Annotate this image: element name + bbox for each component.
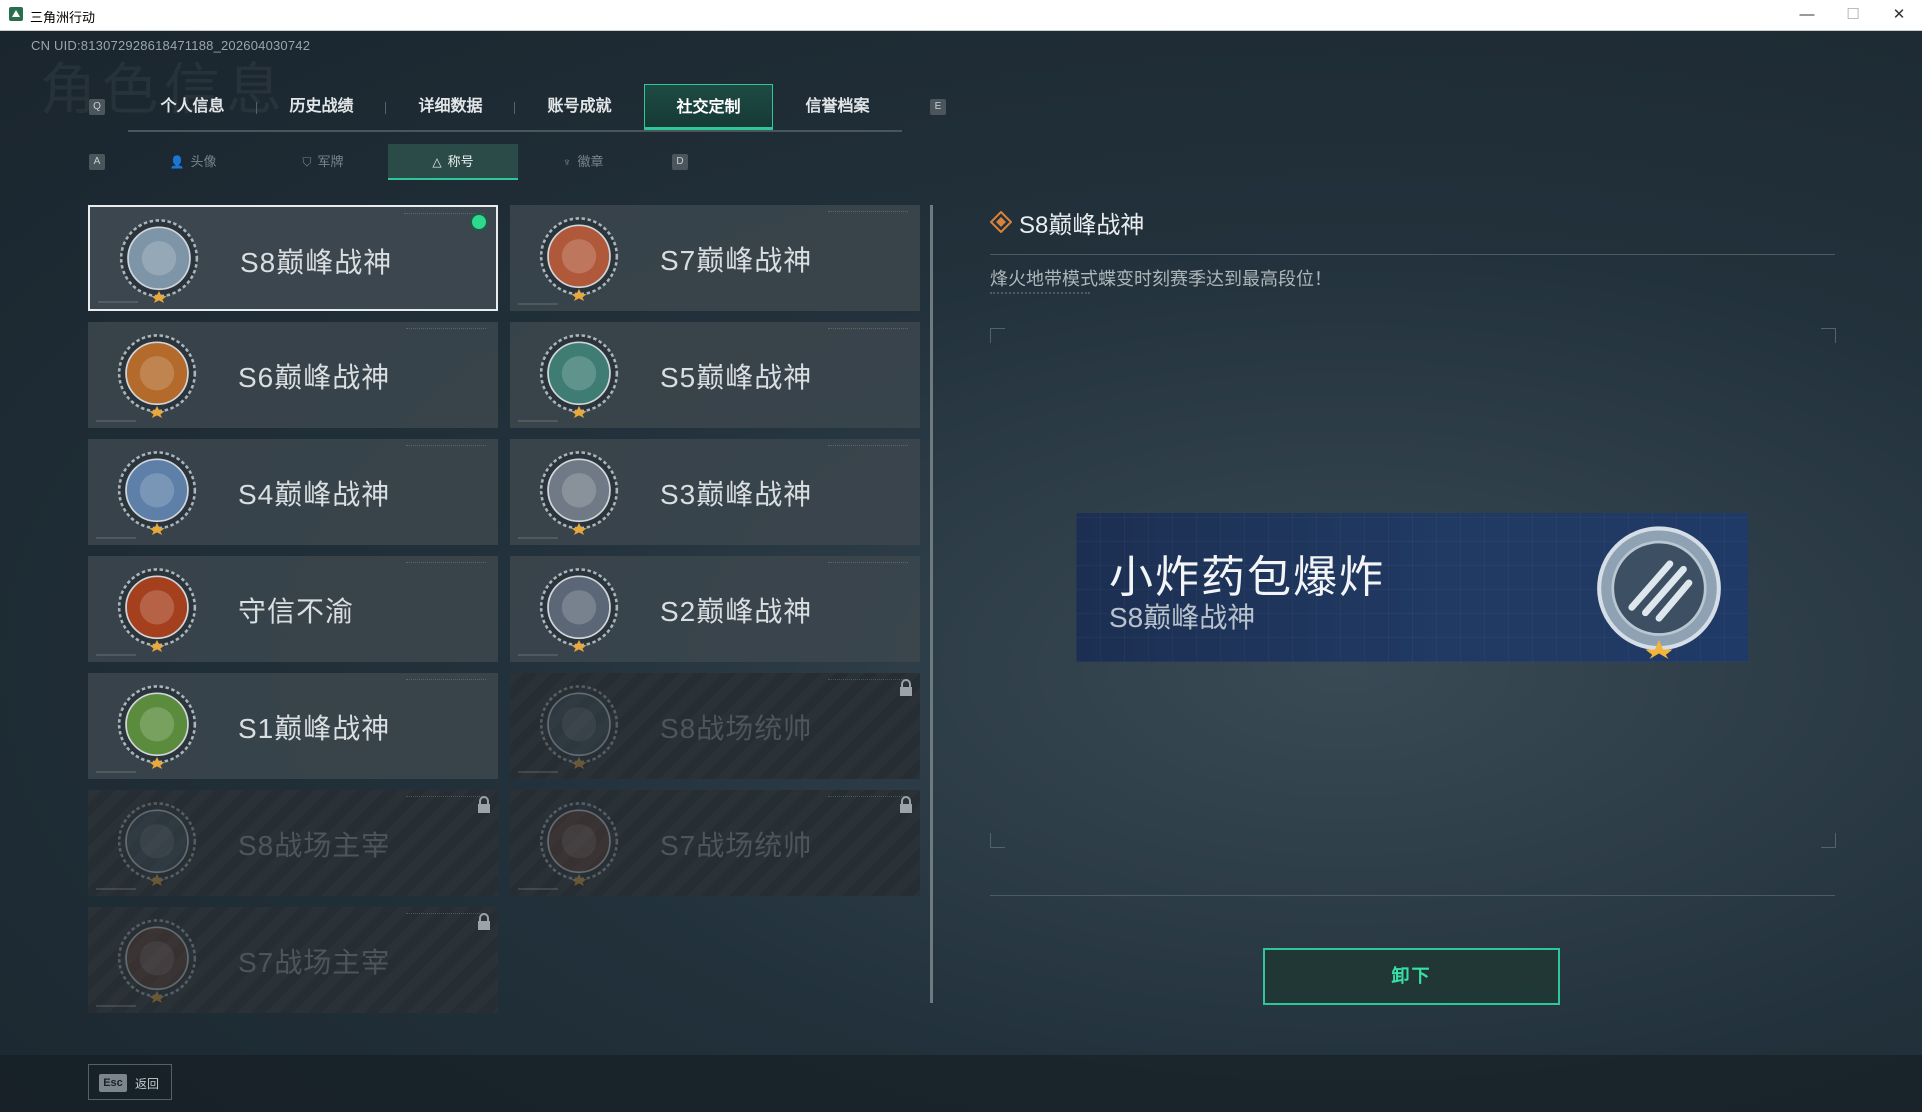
frame-corner [990, 833, 1005, 848]
detail-divider [990, 254, 1835, 255]
tank-badge-icon [539, 685, 619, 769]
s4-peak-badge-icon [117, 451, 197, 535]
sub-tab-label: 军牌 [317, 154, 344, 169]
app-logo-icon [9, 7, 23, 21]
s1-peak-badge-icon [117, 685, 197, 769]
footer-bar [0, 1055, 1922, 1112]
title-card-name: 守信不渝 [238, 596, 355, 627]
window-title: 三角洲行动 [30, 10, 96, 25]
title-card[interactable]: S8战场主宰 [88, 790, 498, 896]
lock-icon [900, 679, 912, 696]
prev-tab-key-hint[interactable]: Q [89, 99, 105, 115]
frame-corner [990, 328, 1005, 343]
user-uid: CN UID:8130729286184711​88_202604030742 [31, 38, 311, 53]
sub-tab-bar: 👤 头像 ⛉ 军牌 △ 称号 ♆ 徽章 [128, 144, 648, 180]
sub-tab-label: 头像 [190, 154, 217, 169]
sub-tab[interactable]: △ 称号 [388, 144, 518, 180]
grid-scrollbar[interactable] [930, 205, 933, 1003]
title-card[interactable]: S5巅峰战神 [510, 322, 920, 428]
vehicle-badge-icon [539, 802, 619, 886]
title-diamond-icon [990, 211, 1012, 233]
title-card-name: S8战场主宰 [238, 830, 391, 861]
next-subtab-key-hint[interactable]: D [672, 154, 688, 170]
title-card[interactable]: S3巅峰战神 [510, 439, 920, 545]
prev-subtab-key-hint[interactable]: A [89, 154, 105, 170]
sub-tab-label: 称号 [447, 154, 474, 169]
triangle-icon: △ [432, 155, 442, 169]
equipped-indicator [470, 213, 488, 231]
s7-peak-badge-icon [539, 217, 619, 301]
title-card-name: S7战场主宰 [238, 947, 391, 978]
back-button[interactable]: Esc 返回 [88, 1064, 172, 1100]
title-card-name: S7巅峰战神 [660, 245, 813, 276]
title-card-name: S7战场统帅 [660, 830, 813, 861]
main-tab[interactable]: 信誉档案 [773, 84, 902, 130]
lock-icon [478, 913, 490, 930]
title-card-name: S6巅峰战神 [238, 362, 391, 393]
main-tab[interactable]: 历史战绩 [257, 84, 386, 130]
main-tab[interactable]: 个人信息 [128, 84, 257, 130]
warrior-badge-icon [117, 919, 197, 1003]
title-card[interactable]: S8巅峰战神 [88, 205, 498, 311]
emblem-icon: ♆ [562, 155, 572, 169]
detail-description: 烽火地带模式蝶变时刻赛季达到最高段位！ [990, 269, 1332, 289]
title-card-name: S1巅峰战神 [238, 713, 391, 744]
title-card[interactable]: S7战场统帅 [510, 790, 920, 896]
sub-tab-label: 徽章 [577, 154, 604, 169]
title-card[interactable]: S7巅峰战神 [510, 205, 920, 311]
title-card-name: S5巅峰战神 [660, 362, 813, 393]
s3-peak-badge-icon [539, 451, 619, 535]
sub-tab[interactable]: ⛉ 军牌 [258, 144, 388, 180]
unequip-button[interactable]: 卸下 [1263, 948, 1560, 1005]
building-badge-icon [117, 802, 197, 886]
sub-tab[interactable]: ♆ 徽章 [518, 144, 648, 180]
s8-peak-badge-icon [119, 219, 199, 303]
s8-peak-badge-icon [1597, 526, 1721, 659]
s2-peak-badge-icon [539, 568, 619, 652]
close-button[interactable]: ✕ [1876, 0, 1922, 30]
s6-peak-badge-icon [117, 334, 197, 418]
lock-icon [900, 796, 912, 813]
detail-meta-deco [990, 292, 1090, 298]
minimize-button[interactable]: — [1784, 0, 1830, 30]
maximize-button[interactable]: ☐ [1830, 0, 1876, 30]
detail-bottom-divider [990, 895, 1835, 896]
frame-corner [1821, 328, 1836, 343]
window-titlebar: 三角洲行动 — ☐ ✕ [0, 0, 1922, 31]
scales-badge-icon [117, 568, 197, 652]
frame-corner [1821, 833, 1836, 848]
title-card[interactable]: 守信不渝 [88, 556, 498, 662]
title-card[interactable]: S1巅峰战神 [88, 673, 498, 779]
main-tab[interactable]: 社交定制 [644, 84, 773, 130]
main-tab-bar: 个人信息 历史战绩 详细数据 账号成就 社交定制 信誉档案 [128, 84, 902, 132]
title-card-name: S8战场统帅 [660, 713, 813, 744]
title-card[interactable]: S7战场主宰 [88, 907, 498, 1013]
banner-title-name: S8巅峰战神 [1109, 602, 1256, 633]
next-tab-key-hint[interactable]: E [930, 99, 946, 115]
title-card-name: S3巅峰战神 [660, 479, 813, 510]
title-card-name: S2巅峰战神 [660, 596, 813, 627]
s5-peak-badge-icon [539, 334, 619, 418]
detail-title: S8巅峰战神 [1019, 212, 1145, 239]
main-tab[interactable]: 账号成就 [515, 84, 644, 130]
title-card[interactable]: S6巅峰战神 [88, 322, 498, 428]
title-card[interactable]: S4巅峰战神 [88, 439, 498, 545]
main-tab[interactable]: 详细数据 [386, 84, 515, 130]
title-preview-banner: 小炸药包爆炸 S8巅峰战神 [1076, 513, 1748, 662]
lock-icon [478, 796, 490, 813]
sub-tab[interactable]: 👤 头像 [128, 144, 258, 180]
title-card-name: S8巅峰战神 [240, 247, 393, 278]
title-card[interactable]: S8战场统帅 [510, 673, 920, 779]
tag-icon: ⛉ [302, 155, 312, 169]
esc-key-hint: Esc [99, 1074, 127, 1092]
person-icon: 👤 [169, 155, 185, 169]
back-label: 返回 [135, 1077, 160, 1091]
title-card-name: S4巅峰战神 [238, 479, 391, 510]
title-card[interactable]: S2巅峰战神 [510, 556, 920, 662]
